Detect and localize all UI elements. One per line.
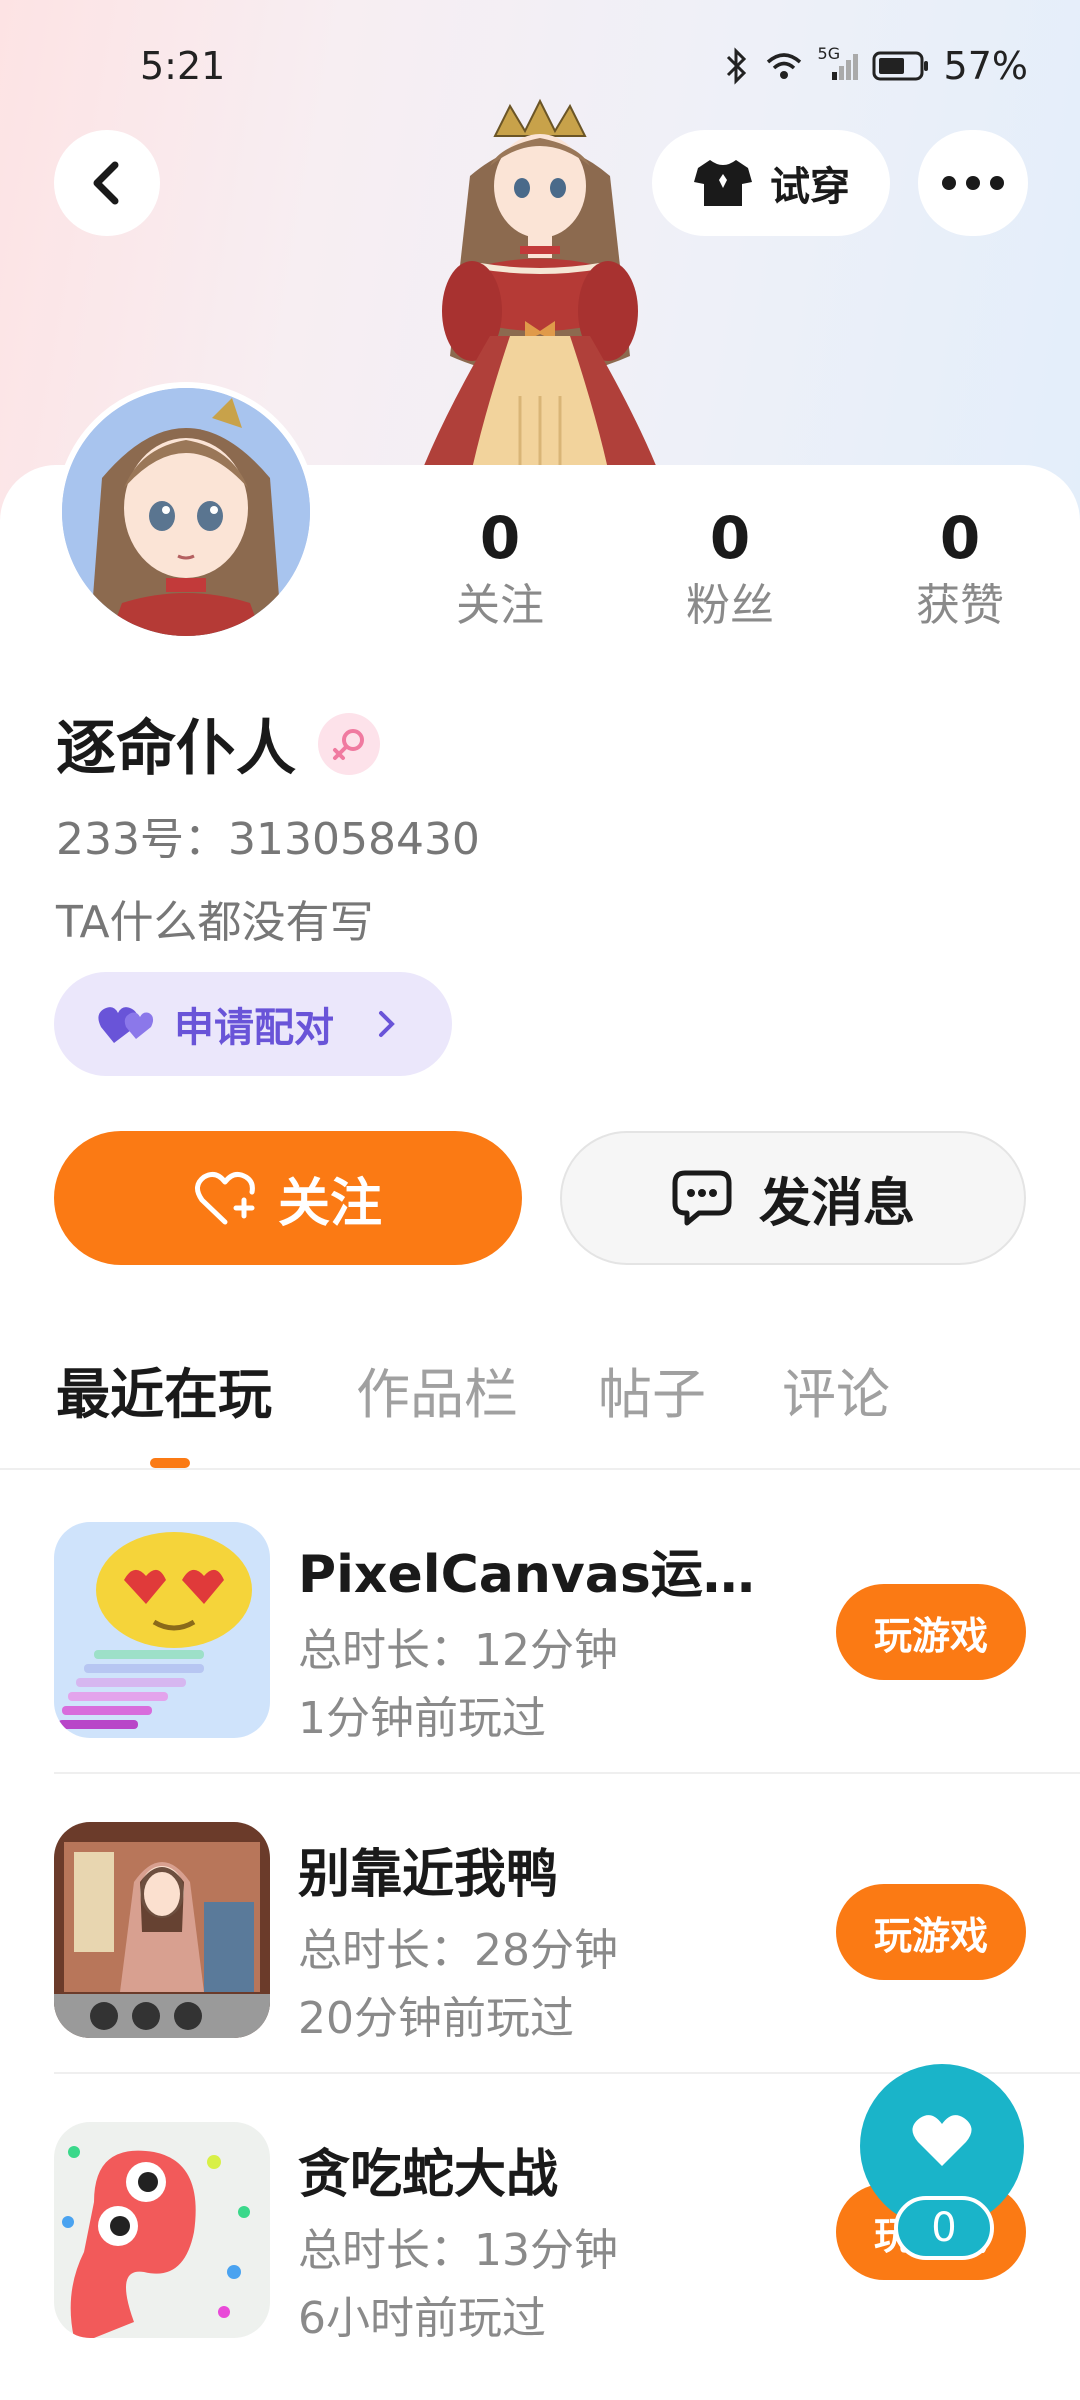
- stat-label: 粉丝: [686, 580, 774, 631]
- heart-icon: [912, 2115, 972, 2166]
- avatar-image: [62, 388, 310, 636]
- user-bio: TA什么都没有写: [56, 897, 374, 948]
- try-on-label: 试穿: [770, 164, 850, 210]
- stat-label: 获赞: [916, 580, 1004, 631]
- follow-button[interactable]: 关注: [54, 1131, 522, 1265]
- apply-pair-button[interactable]: 申请配对: [54, 972, 452, 1076]
- game-last-played: 1分钟前玩过: [298, 1693, 546, 1744]
- game-last-played: 6小时前玩过: [298, 2293, 546, 2344]
- tabs-divider: [0, 1468, 1080, 1470]
- game-last-played: 20分钟前玩过: [298, 1993, 574, 2044]
- palace-drama-icon: [54, 1822, 270, 2038]
- play-game-button[interactable]: 玩游戏: [836, 1584, 1026, 1680]
- more-options-button[interactable]: [918, 130, 1028, 236]
- status-icons: 5G 57%: [724, 44, 1028, 88]
- send-message-button[interactable]: 发消息: [560, 1131, 1026, 1265]
- play-game-button[interactable]: 玩游戏: [836, 1884, 1026, 1980]
- stat-label: 关注: [456, 580, 544, 631]
- back-button[interactable]: [54, 130, 160, 236]
- wifi-icon: [764, 50, 804, 82]
- stat-value: 0: [479, 504, 521, 572]
- battery-percent: 57%: [943, 44, 1028, 88]
- battery-icon: [872, 50, 930, 82]
- chevron-left-icon: [93, 161, 119, 205]
- list-item[interactable]: PixelCanvas运行… 总时长：12分钟 1分钟前玩过 玩游戏: [0, 1472, 1080, 1772]
- game-duration: 总时长：28分钟: [298, 1925, 618, 1976]
- name-row: 逐命仆人: [56, 700, 380, 787]
- cellular-signal-icon: 5G: [818, 44, 858, 82]
- game-title: 别靠近我鸭: [298, 1845, 559, 1905]
- network-type-label: 5G: [817, 44, 841, 63]
- send-message-label: 发消息: [758, 1173, 915, 1234]
- stat-value: 0: [939, 504, 981, 572]
- stat-followers[interactable]: 0 粉丝: [660, 500, 800, 636]
- list-item[interactable]: 别靠近我鸭 总时长：28分钟 20分钟前玩过 玩游戏: [0, 1772, 1080, 2072]
- tab-posts[interactable]: 帖子: [598, 1350, 706, 1429]
- follow-label: 关注: [277, 1173, 382, 1234]
- stat-value: 0: [709, 504, 751, 572]
- game-duration: 总时长：12分钟: [298, 1625, 618, 1676]
- stat-likes[interactable]: 0 获赞: [890, 500, 1030, 636]
- heart-plus-icon: [194, 1171, 255, 1225]
- bluetooth-icon: [724, 47, 750, 85]
- tab-works[interactable]: 作品栏: [356, 1350, 518, 1429]
- profile-stats: 0 关注 0 粉丝 0 获赞: [430, 500, 1030, 650]
- tab-recently-played[interactable]: 最近在玩: [56, 1350, 272, 1429]
- game-title: PixelCanvas运行…: [298, 1545, 798, 1605]
- user-id: 233号：313058430: [56, 814, 480, 865]
- double-heart-icon: [98, 1007, 154, 1043]
- more-dots-icon: [942, 176, 1004, 190]
- status-bar: 5:21 5G 57%: [0, 0, 1080, 130]
- emoji-pixel-icon: [54, 1522, 270, 1738]
- username: 逐命仆人: [56, 714, 296, 784]
- avatar[interactable]: [56, 382, 316, 642]
- active-tab-indicator: [150, 1458, 190, 1468]
- snake-icon: [54, 2122, 270, 2338]
- tab-comments[interactable]: 评论: [782, 1350, 890, 1429]
- chat-bubble-icon: [672, 1170, 732, 1226]
- tshirt-icon: [694, 160, 752, 206]
- try-on-button[interactable]: 试穿: [652, 130, 890, 236]
- chevron-right-icon: [379, 1011, 395, 1037]
- female-gender-icon: [318, 712, 380, 775]
- status-time: 5:21: [140, 44, 226, 88]
- game-title: 贪吃蛇大战: [298, 2145, 559, 2205]
- apply-pair-label: 申请配对: [174, 1005, 334, 1051]
- game-duration: 总时长：13分钟: [298, 2225, 618, 2276]
- like-count-badge: 0: [894, 2196, 994, 2260]
- stat-following[interactable]: 0 关注: [430, 500, 570, 636]
- profile-tabs: 最近在玩 作品栏 帖子 评论: [0, 1350, 1080, 1470]
